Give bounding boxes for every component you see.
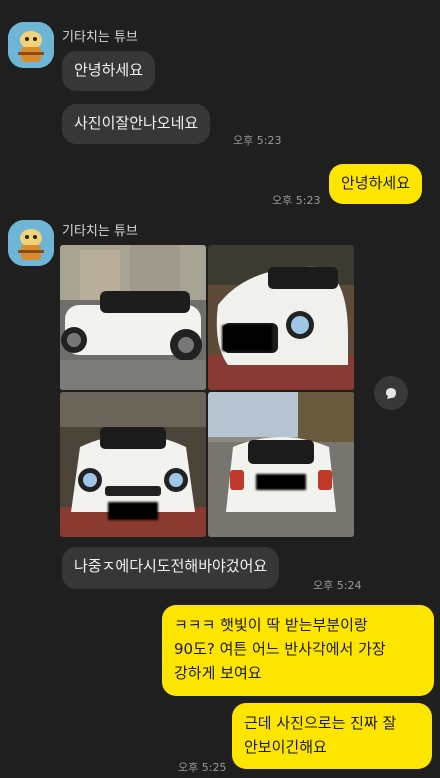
message-line: 안보이긴해요: [244, 738, 327, 756]
sender-name: 기타치는 튜브: [62, 224, 138, 239]
car-photo[interactable]: [208, 392, 354, 537]
message-bubble[interactable]: 사진이잘안나오네요: [62, 104, 211, 144]
message-line: 근데 사진으로는 진짜 잘: [244, 714, 397, 732]
sender-avatar[interactable]: [8, 220, 54, 266]
car-photo[interactable]: [60, 392, 206, 537]
car-photo[interactable]: [60, 245, 206, 390]
message-bubble[interactable]: 안녕하세요: [62, 51, 156, 91]
message-bubble[interactable]: 안녕하세요: [329, 164, 423, 204]
message-line: 강하게 보여요: [174, 664, 262, 682]
message-line: ㅋㅋㅋ 햇빛이 딱 받는부분이랑: [174, 616, 368, 634]
car-photo[interactable]: [208, 245, 354, 390]
message-timestamp: 오후 5:23: [233, 134, 282, 147]
share-icon: [386, 388, 396, 399]
message-bubble[interactable]: ㅋㅋㅋ 햇빛이 딱 받는부분이랑 90도? 여튼 어느 반사각에서 가장 강하게…: [162, 605, 434, 696]
message-bubble[interactable]: 근데 사진으로는 진짜 잘 안보이긴해요: [232, 703, 432, 769]
message-timestamp: 오후 5:23: [272, 194, 321, 207]
message-timestamp: 오후 5:25: [178, 761, 227, 774]
message-timestamp: 오후 5:24: [313, 579, 362, 592]
message-bubble[interactable]: 나중ㅈ에다시도전해바야겄어요: [62, 547, 280, 589]
sender-name: 기타치는 튜브: [62, 30, 138, 45]
share-button[interactable]: [374, 376, 408, 410]
sender-avatar[interactable]: [8, 22, 54, 68]
message-line: 90도? 여튼 어느 반사각에서 가장: [174, 640, 386, 658]
